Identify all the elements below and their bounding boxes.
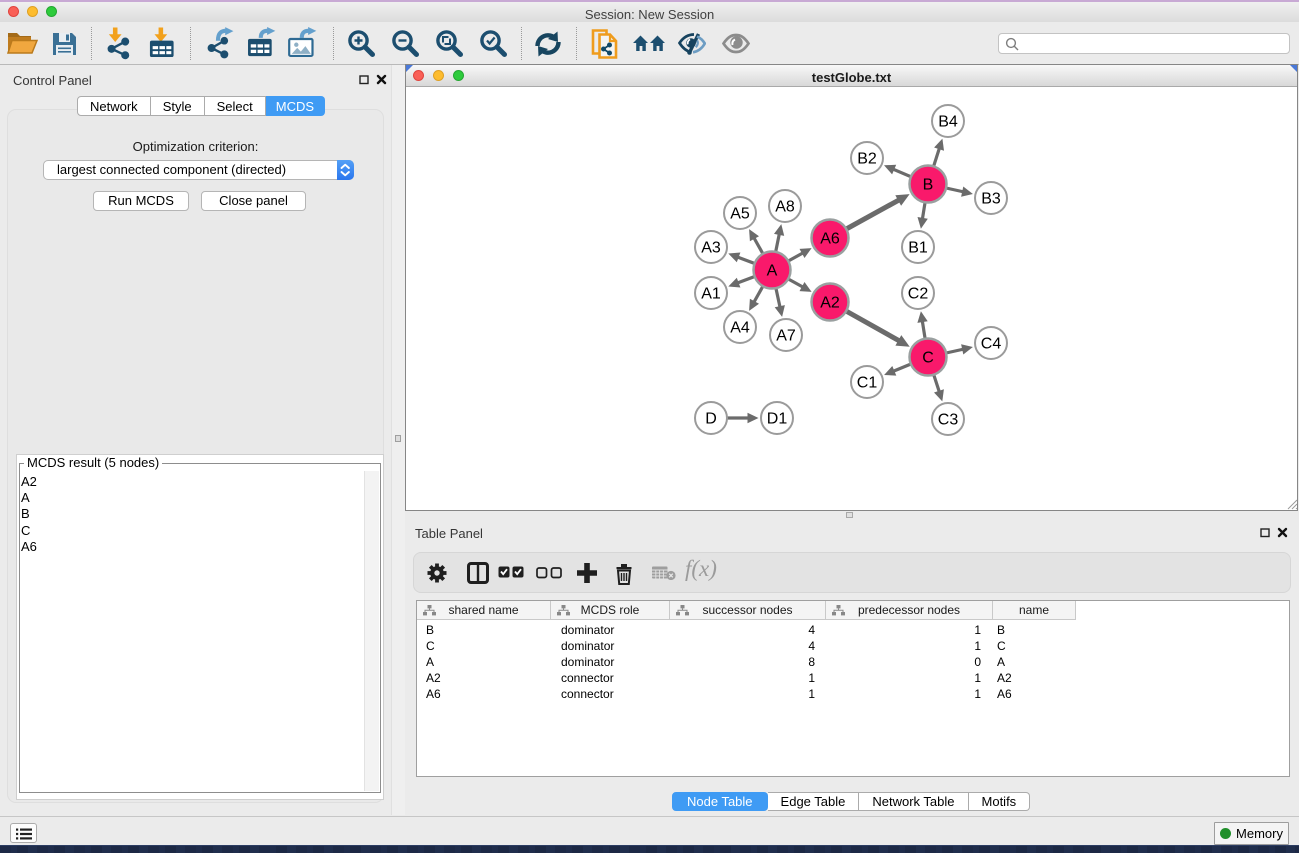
svg-text:B4: B4 (938, 114, 958, 131)
svg-text:C4: C4 (981, 336, 1002, 353)
svg-text:A4: A4 (730, 320, 750, 337)
svg-text:A6: A6 (820, 231, 840, 248)
svg-text:C1: C1 (857, 375, 878, 392)
svg-text:A7: A7 (776, 328, 796, 345)
svg-text:A8: A8 (775, 199, 795, 216)
svg-text:D1: D1 (767, 411, 788, 428)
svg-text:B2: B2 (857, 151, 877, 168)
svg-text:B3: B3 (981, 191, 1001, 208)
svg-text:B: B (923, 177, 934, 194)
svg-text:A3: A3 (701, 240, 721, 257)
svg-text:C2: C2 (908, 286, 929, 303)
svg-text:A1: A1 (701, 286, 721, 303)
svg-text:A5: A5 (730, 206, 750, 223)
svg-text:C3: C3 (938, 412, 959, 429)
svg-text:C: C (922, 350, 934, 367)
svg-text:D: D (705, 411, 717, 428)
svg-text:A2: A2 (820, 295, 840, 312)
svg-text:A: A (767, 263, 778, 280)
svg-text:B1: B1 (908, 240, 928, 257)
